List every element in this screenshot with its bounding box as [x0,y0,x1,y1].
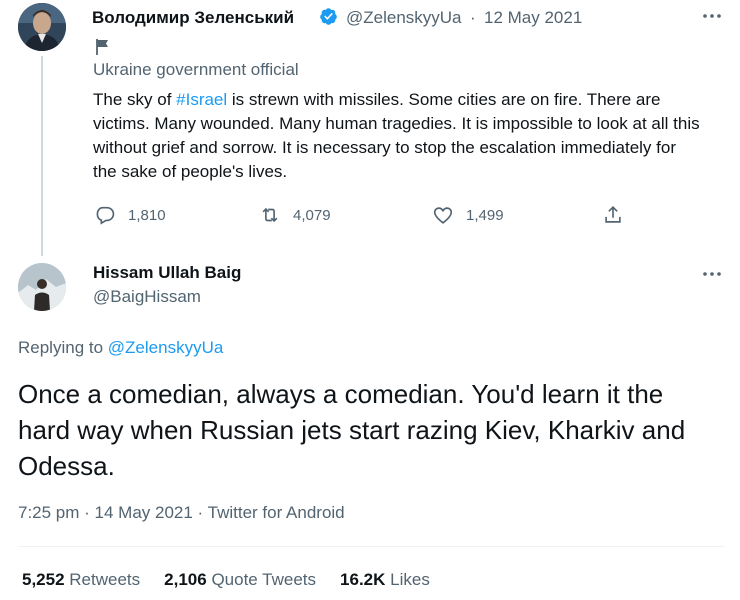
separator: · [470,8,476,27]
tweet-meta[interactable]: 7:25 pm · 14 May 2021 · Twitter for Andr… [18,503,345,523]
tweet-date[interactable]: 12 May 2021 [484,8,582,28]
like-count: 1,499 [466,206,504,224]
divider [18,546,724,547]
share-icon [605,206,621,223]
heart-icon [433,207,453,224]
quote-tweets-stat[interactable]: 2,106 Quote Tweets [164,570,316,590]
avatar[interactable] [18,263,66,311]
tweet-stats: 5,252 Retweets 2,106 Quote Tweets 16.2K … [22,570,430,590]
tweet-text: Once a comedian, always a comedian. You'… [18,379,686,481]
author-name[interactable]: Володимир Зеленський [92,8,294,28]
retweet-icon [262,207,278,223]
share-button[interactable] [602,203,624,227]
author-handle[interactable]: @BaigHissam [93,287,201,307]
account-label: Ukraine government official [93,60,299,79]
retweet-count: 4,079 [293,206,331,224]
flag-icon [96,39,108,55]
verified-badge-icon [320,8,337,25]
reply-icon [96,206,115,225]
replying-to: Replying to @ZelenskyyUa [18,338,224,357]
author-name[interactable]: Hissam Ullah Baig [93,263,241,283]
likes-stat[interactable]: 16.2K Likes [340,570,430,590]
hashtag-link[interactable]: #Israel [176,90,227,109]
retweets-stat[interactable]: 5,252 Retweets [22,570,140,590]
like-button[interactable]: 1,499 [432,203,504,227]
avatar[interactable] [18,3,66,51]
mention-link[interactable]: @ZelenskyyUa [108,338,224,357]
more-options-icon[interactable] [700,262,724,286]
retweet-button[interactable]: 4,079 [259,203,331,227]
more-options-icon[interactable] [700,4,724,28]
reply-count: 1,810 [128,206,166,224]
author-handle[interactable]: @ZelenskyyUa [346,8,462,28]
reply-button[interactable]: 1,810 [94,203,166,227]
thread-line [41,56,43,256]
tweet-text: The sky of #Israel is strewn with missil… [93,90,700,181]
